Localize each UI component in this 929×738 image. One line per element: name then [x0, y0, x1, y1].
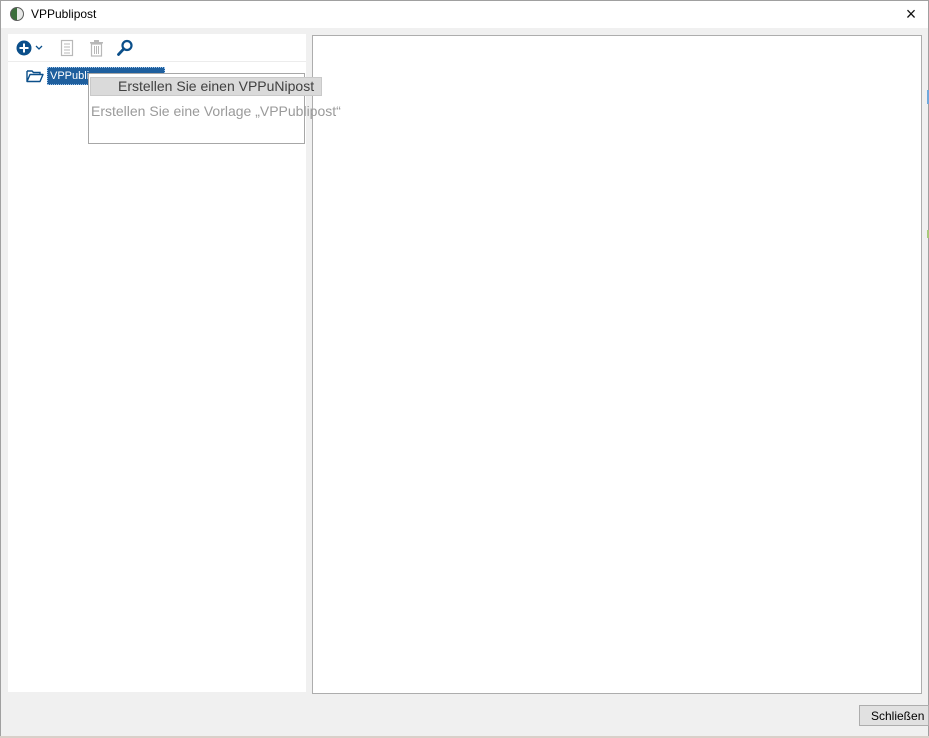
context-menu: Erstellen Sie einen VPPuNipost Erstellen…: [88, 73, 341, 144]
detail-pane: [312, 35, 922, 694]
tree-toolbar: [8, 34, 306, 62]
chevron-down-icon: [35, 45, 43, 50]
title-bar: VPPublipost ×: [1, 1, 928, 28]
trash-icon: [90, 40, 103, 57]
window-title: VPPublipost: [31, 7, 97, 21]
app-logo-icon: [10, 7, 24, 21]
close-button[interactable]: Schließen: [859, 705, 929, 726]
document-icon: [60, 39, 74, 57]
window-close-button[interactable]: ×: [894, 1, 928, 28]
menu-item-create-template[interactable]: Erstellen Sie eine Vorlage „VPPublipost“: [91, 101, 341, 121]
add-dropdown-button[interactable]: [15, 38, 43, 58]
search-icon: [117, 39, 133, 56]
folder-open-icon: [26, 70, 44, 83]
search-button[interactable]: [116, 38, 134, 58]
edit-button[interactable]: [60, 38, 74, 58]
plus-circle-icon: [16, 40, 43, 56]
menu-item-create-publipost[interactable]: Erstellen Sie einen VPPuNipost: [90, 77, 322, 96]
delete-button[interactable]: [89, 38, 104, 58]
